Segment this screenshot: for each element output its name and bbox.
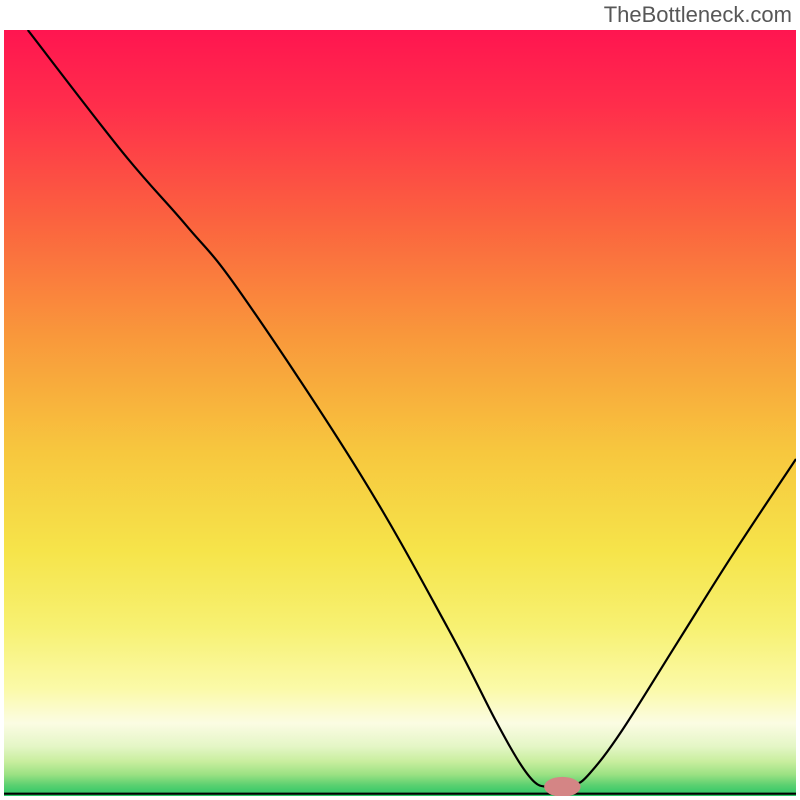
- optimal-marker: [544, 777, 580, 796]
- bottleneck-chart: TheBottleneck.com: [0, 0, 800, 800]
- watermark-label: TheBottleneck.com: [604, 2, 792, 28]
- plot-area: [4, 30, 796, 796]
- chart-svg: [4, 30, 796, 796]
- gradient-background: [4, 30, 796, 796]
